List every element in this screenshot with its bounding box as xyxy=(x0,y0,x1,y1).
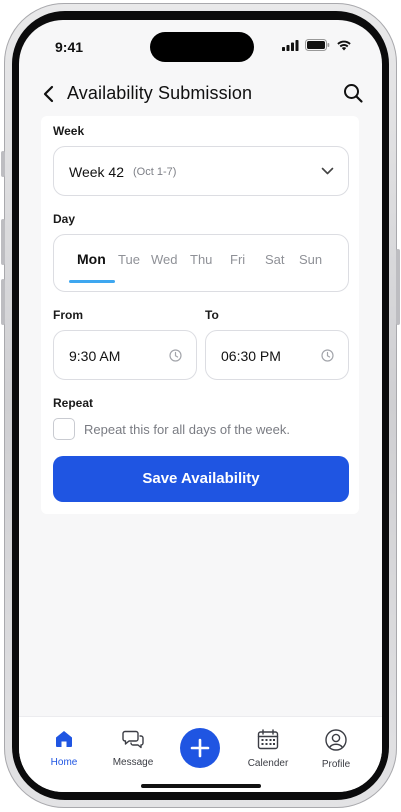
day-option-sun[interactable]: Sun xyxy=(299,252,322,267)
repeat-label: Repeat xyxy=(53,396,94,410)
profile-icon xyxy=(325,729,347,751)
tab-home[interactable]: Home xyxy=(34,729,94,768)
mute-switch xyxy=(1,151,5,177)
phone-screen: 9:41 Availability Submission Week Week 4… xyxy=(19,20,382,792)
dynamic-island xyxy=(150,32,254,62)
clock-icon xyxy=(321,349,334,362)
day-label: Day xyxy=(53,212,76,226)
home-icon xyxy=(56,731,72,747)
chevron-left-icon[interactable] xyxy=(39,84,59,104)
save-availability-button[interactable]: Save Availability xyxy=(53,456,349,502)
tab-calender[interactable]: Calender xyxy=(238,729,298,769)
wifi-icon xyxy=(337,40,351,51)
selected-day-indicator xyxy=(69,280,115,283)
cellular-signal-icon xyxy=(282,39,299,51)
tab-message-label: Message xyxy=(112,757,154,768)
calendar-icon xyxy=(257,729,279,750)
to-label: To xyxy=(205,308,219,322)
status-time: 9:41 xyxy=(55,39,84,55)
tab-calender-label: Calender xyxy=(247,758,289,769)
day-option-thu[interactable]: Thu xyxy=(190,252,212,267)
volume-up-button xyxy=(1,219,5,265)
app-header: Availability Submission xyxy=(19,78,382,114)
plus-icon xyxy=(190,738,210,758)
battery-icon xyxy=(305,39,330,51)
tab-message[interactable]: Message xyxy=(103,729,163,768)
home-indicator xyxy=(141,784,261,788)
chevron-down-icon xyxy=(321,167,334,175)
week-range: (Oct 1-7) xyxy=(133,166,177,178)
power-button xyxy=(396,249,400,325)
tab-profile-label: Profile xyxy=(321,759,351,770)
message-icon xyxy=(122,730,144,749)
search-icon[interactable] xyxy=(342,82,364,104)
day-selector: Mon Tue Wed Thu Fri Sat Sun xyxy=(53,234,349,292)
volume-down-button xyxy=(1,279,5,325)
day-option-mon[interactable]: Mon xyxy=(77,251,106,267)
add-button[interactable] xyxy=(180,728,220,768)
week-select[interactable]: Week 42 (Oct 1-7) xyxy=(53,146,349,196)
tab-profile[interactable]: Profile xyxy=(306,729,366,770)
tab-home-label: Home xyxy=(50,757,78,768)
day-option-fri[interactable]: Fri xyxy=(230,252,245,267)
repeat-checkbox[interactable] xyxy=(53,418,75,440)
from-time-field[interactable]: 9:30 AM xyxy=(53,330,197,380)
day-option-wed[interactable]: Wed xyxy=(151,252,178,267)
day-option-sat[interactable]: Sat xyxy=(265,252,285,267)
clock-icon xyxy=(169,349,182,362)
to-time-field[interactable]: 06:30 PM xyxy=(205,330,349,380)
from-time-value: 9:30 AM xyxy=(69,348,121,364)
page-title: Availability Submission xyxy=(67,83,253,103)
week-value: Week 42 xyxy=(69,164,124,180)
from-label: From xyxy=(53,308,83,322)
day-option-tue[interactable]: Tue xyxy=(118,252,140,267)
availability-form: Week Week 42 (Oct 1-7) Day Mon Tue Wed T… xyxy=(41,116,359,514)
repeat-checkbox-label: Repeat this for all days of the week. xyxy=(84,422,290,437)
to-time-value: 06:30 PM xyxy=(221,348,281,364)
status-icons xyxy=(282,39,352,51)
bottom-tab-bar: Home Message Calender Profile xyxy=(19,716,382,792)
week-label: Week xyxy=(53,124,85,138)
